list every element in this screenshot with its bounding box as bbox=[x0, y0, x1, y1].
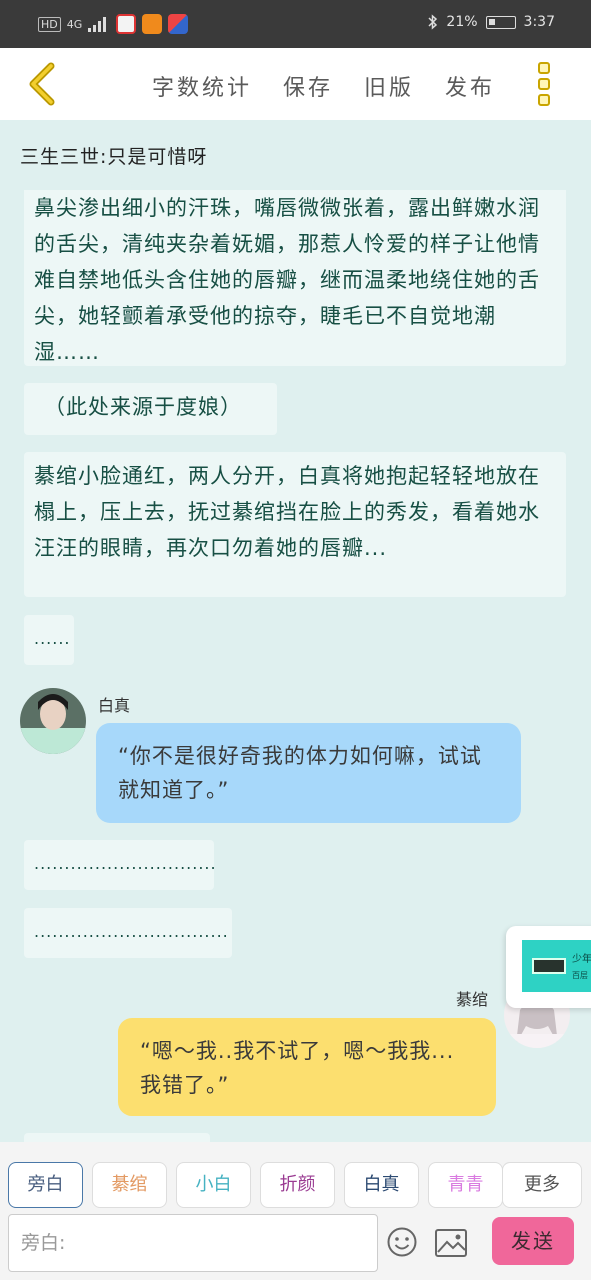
story-chat-area[interactable]: 三生三世:只是可惜呀 下，看到她眼眶里萦绕薄薄的浮雾，脸上泛了红潮，鼻尖渗出细小… bbox=[0, 120, 591, 1142]
app-notification-icon bbox=[116, 14, 137, 34]
signal-icon bbox=[88, 17, 107, 32]
battery-percent: 21% bbox=[446, 14, 478, 30]
narration-block[interactable] bbox=[24, 1133, 210, 1142]
speaker-name: 白真 bbox=[98, 696, 131, 715]
send-button[interactable]: 发送 bbox=[492, 1217, 574, 1265]
old-version-button[interactable]: 旧版 bbox=[364, 70, 414, 102]
save-button[interactable]: 保存 bbox=[283, 70, 333, 102]
more-vertical-icon-dot bbox=[538, 78, 550, 90]
smiley-icon bbox=[387, 1227, 417, 1257]
promo-subtitle: 百层 bbox=[572, 971, 588, 980]
app-notification-icon bbox=[142, 14, 163, 34]
more-vertical-icon-dot bbox=[538, 94, 550, 106]
image-icon bbox=[435, 1229, 467, 1257]
hd-indicator: HD bbox=[38, 16, 61, 32]
narration-block[interactable]: ...... bbox=[24, 615, 74, 665]
chapter-title: 三生三世:只是可惜呀 bbox=[20, 146, 208, 168]
narration-block[interactable]: （此处来源于度娘） bbox=[24, 383, 277, 435]
role-tab-label: 青青 bbox=[447, 1174, 484, 1195]
narration-block[interactable]: .............................. bbox=[24, 840, 216, 890]
role-tab-narrator[interactable]: 旁白 bbox=[8, 1162, 83, 1208]
speaker-name: 綦绾 bbox=[456, 990, 489, 1009]
top-toolbar: 字数统计 保存 旧版 发布 bbox=[0, 48, 591, 120]
app-notification-icon bbox=[168, 14, 189, 34]
role-tab-qingqing[interactable]: 青青 bbox=[428, 1162, 503, 1208]
chat-scroll-region[interactable]: 下，看到她眼眶里萦绕薄薄的浮雾，脸上泛了红潮，鼻尖渗出细小的汗珠，嘴唇微微张着，… bbox=[0, 190, 591, 1142]
more-vertical-icon bbox=[538, 62, 550, 74]
emoji-button[interactable] bbox=[386, 1226, 418, 1258]
word-count-button[interactable]: 字数统计 bbox=[152, 70, 252, 102]
role-tab-zheyan[interactable]: 折颜 bbox=[260, 1162, 335, 1208]
more-options-button[interactable] bbox=[530, 60, 558, 108]
dialogue-bubble[interactable]: “嗯～我..我不试了，嗯～我我...我错了。” bbox=[118, 1018, 496, 1116]
battery-icon bbox=[485, 15, 516, 29]
dialogue-bubble[interactable]: “你不是很好奇我的体力如何嘛，试试就知道了。” bbox=[96, 723, 521, 823]
narration-block[interactable]: 綦绾小脸通红，两人分开，白真将她抱起轻轻地放在榻上，压上去，抚过綦绾挡在脸上的秀… bbox=[24, 452, 566, 597]
role-tab-label: 更多 bbox=[524, 1174, 560, 1195]
role-tab-label: 綦绾 bbox=[111, 1174, 148, 1195]
publish-button[interactable]: 发布 bbox=[445, 70, 495, 102]
back-button[interactable] bbox=[18, 60, 66, 108]
narration-block[interactable]: 下，看到她眼眶里萦绕薄薄的浮雾，脸上泛了红潮，鼻尖渗出细小的汗珠，嘴唇微微张着，… bbox=[24, 190, 566, 366]
composer-panel: 旁白 綦绾 小白 折颜 白真 青青 更多 发送 bbox=[0, 1142, 591, 1280]
avatar-baizhen[interactable] bbox=[20, 688, 86, 754]
role-tab-label: 白真 bbox=[363, 1174, 400, 1195]
promo-thumbnail: 少年 百层 bbox=[522, 940, 591, 992]
role-tab-label: 折颜 bbox=[279, 1174, 316, 1195]
role-tab-label: 小白 bbox=[195, 1174, 232, 1195]
role-tab-xiaobai[interactable]: 小白 bbox=[176, 1162, 251, 1208]
more-roles-button[interactable]: 更多 bbox=[502, 1162, 582, 1208]
image-button[interactable] bbox=[434, 1228, 468, 1258]
status-bar: HD 4G 21% 3:37 bbox=[0, 0, 591, 48]
narration-block[interactable]: ................................ bbox=[24, 908, 232, 958]
network-indicator: 4G bbox=[66, 17, 83, 31]
clock: 3:37 bbox=[523, 14, 555, 30]
role-tab-baizhen[interactable]: 白真 bbox=[344, 1162, 419, 1208]
role-tab-label: 旁白 bbox=[27, 1174, 64, 1195]
message-input[interactable] bbox=[9, 1215, 377, 1271]
role-tab-qiwan[interactable]: 綦绾 bbox=[92, 1162, 167, 1208]
promo-title: 少年 bbox=[572, 954, 591, 965]
message-input-box[interactable] bbox=[8, 1214, 378, 1272]
bluetooth-icon bbox=[428, 14, 438, 30]
chevron-left-icon bbox=[29, 62, 55, 106]
floating-promo-card[interactable]: 少年 百层 bbox=[506, 926, 591, 1008]
